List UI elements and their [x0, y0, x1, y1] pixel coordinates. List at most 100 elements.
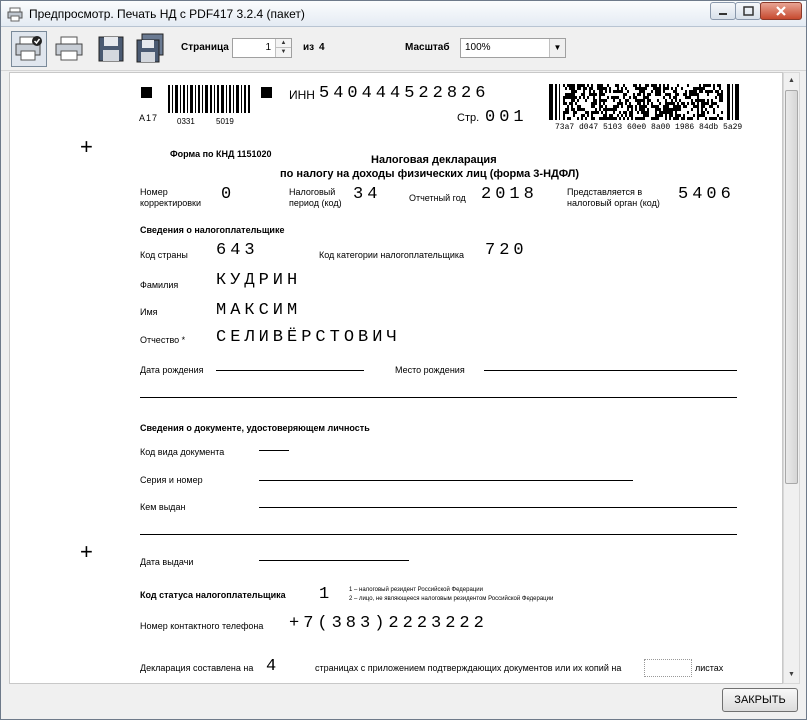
scroll-down-icon[interactable]: ▼	[784, 667, 799, 683]
phone-label: Номер контактного телефона	[140, 621, 264, 631]
title-bar: Предпросмотр. Печать НД с PDF417 3.2.4 (…	[1, 1, 806, 27]
name-value: МАКСИМ	[216, 301, 302, 320]
scrollbar-thumb[interactable]	[785, 90, 798, 484]
category-label: Код категории налогоплательщика	[319, 250, 465, 260]
zoom-value: 100%	[465, 42, 491, 53]
vertical-scrollbar[interactable]: ▲ ▼	[783, 72, 800, 684]
pages-value: 4	[266, 657, 281, 676]
printer-app-icon	[7, 7, 23, 22]
print-button[interactable]	[51, 31, 87, 67]
section-taxpayer: Сведения о налогоплательщике	[140, 225, 285, 235]
birthdate-label: Дата рождения	[140, 365, 204, 375]
pages-label: Декларация составлена на	[140, 663, 254, 673]
close-icon	[776, 6, 786, 16]
close-button[interactable]: ЗАКРЫТЬ	[722, 688, 798, 712]
alignment-marker	[261, 87, 272, 98]
year-value: 2018	[481, 185, 538, 204]
birthplace-line	[484, 370, 737, 371]
window-title: Предпросмотр. Печать НД с PDF417 3.2.4 (…	[29, 7, 305, 21]
scroll-up-icon[interactable]: ▲	[784, 73, 799, 89]
save-all-button[interactable]	[132, 31, 168, 67]
year-label: Отчетный год	[409, 193, 466, 203]
maximize-button[interactable]	[735, 2, 761, 20]
printer-check-icon	[15, 36, 42, 61]
save-button[interactable]	[93, 31, 129, 67]
minimize-icon	[719, 13, 727, 15]
of-label: из	[303, 42, 315, 53]
total-pages: 4	[319, 42, 325, 53]
form-knd: Форма по КНД 1151020	[170, 149, 272, 159]
doc-type-label: Код вида документа	[140, 447, 225, 457]
phone-value: +7(383)2223222	[289, 614, 488, 633]
minimize-button[interactable]	[710, 2, 736, 20]
name-label: Имя	[140, 307, 158, 317]
restore-icon	[743, 6, 754, 16]
category-value: 720	[485, 241, 528, 260]
spin-down-icon[interactable]: ▼	[276, 48, 291, 57]
alignment-marker	[141, 87, 152, 98]
sheets-label: листах	[695, 663, 724, 673]
chevron-down-icon[interactable]: ▼	[549, 39, 565, 57]
pdf417-barcode	[549, 84, 739, 120]
birthdate-line	[216, 370, 364, 371]
issued-by-line	[259, 507, 737, 508]
status-note-2: 2 – лицо, не являющееся налоговым резиде…	[349, 596, 554, 602]
sheets-count-box	[644, 659, 692, 677]
preview-window: Предпросмотр. Печать НД с PDF417 3.2.4 (…	[0, 0, 807, 720]
tax-form-page: A17 0331 5019 ИНН 540444522826 Стр. 001 …	[10, 73, 782, 683]
issued-by-line-2	[140, 534, 737, 535]
patronymic-value: СЕЛИВЁРСТОВИЧ	[216, 328, 401, 347]
country-label: Код страны	[140, 250, 188, 260]
printer-icon	[55, 36, 83, 61]
correction-value: 0	[221, 185, 236, 204]
organ-label-1: Представляется в	[567, 187, 643, 197]
window-close-button[interactable]	[760, 2, 802, 20]
status-label: Код статуса налогоплательщика	[140, 590, 286, 600]
page-label: Страница	[181, 42, 229, 53]
inn-label: ИНН	[289, 88, 315, 102]
spin-buttons: ▲ ▼	[275, 39, 291, 57]
period-label-2: период (код)	[289, 198, 342, 208]
status-note-1: 1 – налоговый резидент Российской Федера…	[349, 587, 483, 593]
zoom-label: Масштаб	[405, 42, 450, 53]
linear-barcode	[168, 85, 250, 113]
period-value: 34	[353, 185, 382, 204]
barcode-number-2: 5019	[216, 117, 234, 126]
inn-value: 540444522826	[319, 84, 490, 103]
series-line	[259, 480, 633, 481]
organ-label-2: налоговый орган (код)	[567, 198, 660, 208]
page-number-label: Стр.	[457, 112, 480, 124]
period-label-1: Налоговый	[289, 187, 336, 197]
zoom-select[interactable]: 100% ▼	[460, 38, 566, 58]
surname-value: КУДРИН	[216, 271, 302, 290]
status-value: 1	[319, 585, 334, 604]
barcode-number-1: 0331	[177, 117, 195, 126]
issued-by-label: Кем выдан	[140, 502, 186, 512]
toolbar: Страница 1 ▲ ▼ из 4 Масштаб 100% ▼	[1, 27, 806, 71]
correction-label-2: корректировки	[140, 198, 202, 208]
registration-cross-icon: +	[80, 539, 93, 564]
birthplace-line-2	[140, 397, 737, 398]
form-title-line1: Налоговая декларация	[371, 154, 497, 166]
page-number-value: 001	[485, 108, 528, 127]
correction-label-1: Номер	[140, 187, 168, 197]
page-spinner[interactable]: 1 ▲ ▼	[232, 38, 292, 58]
surname-label: Фамилия	[140, 280, 179, 290]
doc-type-line	[259, 450, 289, 451]
issue-date-label: Дата выдачи	[140, 557, 194, 567]
print-preview-button[interactable]	[11, 31, 47, 67]
page-number-input[interactable]: 1	[265, 42, 271, 53]
patronymic-label: Отчество *	[140, 335, 186, 345]
series-label: Серия и номер	[140, 475, 203, 485]
barcode-caption: A17	[139, 113, 159, 123]
form-title-line2: по налогу на доходы физических лиц (форм…	[280, 168, 580, 180]
footer: ЗАКРЫТЬ	[1, 685, 806, 719]
document-viewport: A17 0331 5019 ИНН 540444522826 Стр. 001 …	[9, 72, 783, 684]
birthplace-label: Место рождения	[395, 365, 465, 375]
spin-up-icon[interactable]: ▲	[276, 39, 291, 48]
pages-middle-text: страницах с приложением подтверждающих д…	[315, 663, 622, 673]
country-value: 643	[216, 241, 259, 260]
organ-value: 5406	[678, 185, 735, 204]
floppy-disk-icon	[98, 36, 124, 62]
registration-cross-icon: +	[80, 134, 93, 159]
